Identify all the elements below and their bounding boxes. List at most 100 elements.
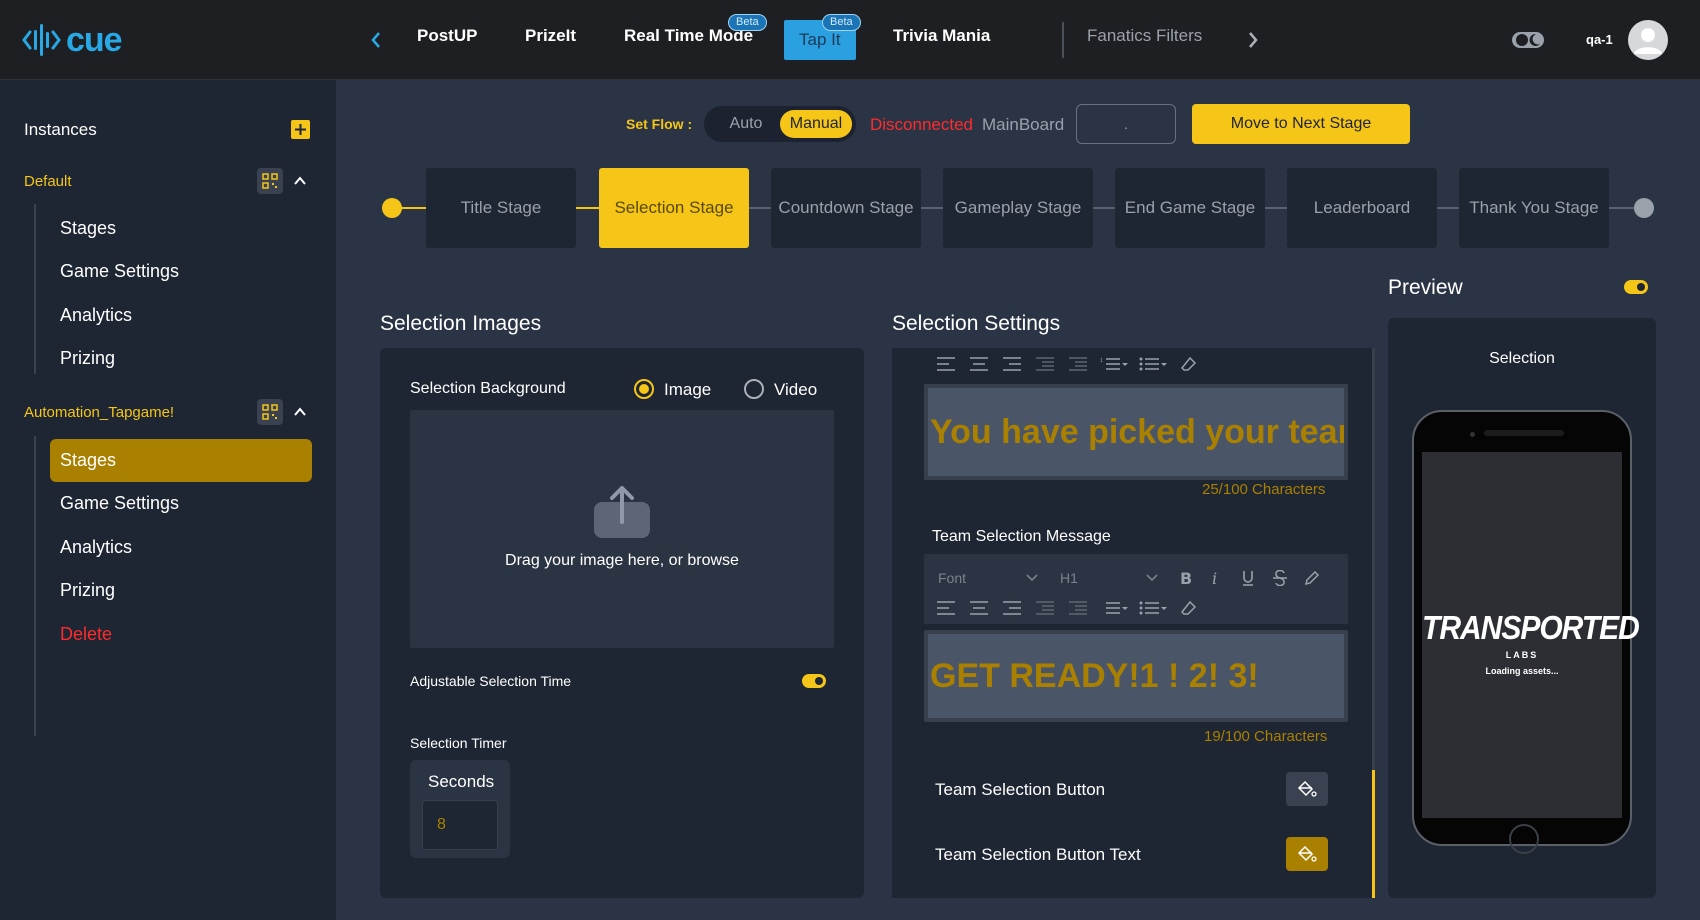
radio-video-label[interactable]: Video [774, 380, 817, 400]
bullet-list-icon[interactable] [1138, 598, 1168, 618]
nav-tab-fanatics-filters[interactable]: Fanatics Filters [1087, 26, 1202, 46]
timer-seconds-input[interactable] [422, 800, 498, 850]
highlighter-icon[interactable] [1300, 568, 1324, 588]
font-select[interactable]: Font [938, 570, 966, 586]
char-count-1: 25/100 Characters [1202, 481, 1326, 498]
add-instance-button[interactable] [291, 120, 310, 139]
sidebar-item-analytics[interactable]: Analytics [50, 294, 312, 337]
flow-mode-toggle[interactable]: Auto Manual [704, 106, 856, 142]
preview-title: Preview [1388, 276, 1463, 299]
sidebar-item-game-settings[interactable]: Game Settings [50, 482, 312, 525]
nav-next-arrow-icon[interactable] [1243, 28, 1263, 52]
align-center-icon[interactable] [967, 598, 991, 618]
chevron-down-icon[interactable] [1026, 574, 1038, 582]
radio-image[interactable] [634, 379, 654, 399]
selection-settings-panel: 1 You have picked your team 25/100 Chara… [892, 348, 1374, 898]
indent-decrease-icon[interactable] [1033, 598, 1057, 618]
avatar[interactable] [1628, 20, 1668, 60]
set-flow-label: Set Flow : [626, 116, 693, 132]
align-right-icon[interactable] [1000, 354, 1024, 374]
bullet-list-icon[interactable] [1138, 354, 1168, 374]
nav-tab-trivia-mania[interactable]: Trivia Mania [893, 26, 990, 46]
indent-decrease-icon[interactable] [1033, 354, 1057, 374]
adjustable-time-toggle[interactable] [802, 674, 826, 688]
selection-timer-label: Selection Timer [410, 735, 507, 751]
phone-mockup: TRANSPORTED LABS Loading assets... [1412, 410, 1640, 854]
sidebar-item-stages[interactable]: Stages [50, 207, 312, 250]
underline-icon[interactable] [1236, 568, 1260, 588]
ordered-list-icon[interactable] [1099, 598, 1129, 618]
align-right-icon[interactable] [1000, 598, 1024, 618]
theme-toggle-icon[interactable] [1512, 30, 1546, 50]
italic-icon[interactable]: i [1204, 568, 1228, 588]
nav-prev-arrow-icon[interactable] [366, 28, 386, 52]
eraser-icon[interactable] [1177, 598, 1201, 618]
qr-code-button[interactable] [257, 399, 283, 425]
board-input[interactable] [1076, 104, 1176, 144]
stage-selection[interactable]: Selection Stage [599, 168, 749, 248]
timeline-start-dot [382, 198, 402, 218]
nav-tab-prizeit[interactable]: PrizeIt [525, 26, 576, 46]
strikethrough-icon[interactable] [1268, 568, 1292, 588]
align-left-icon[interactable] [934, 598, 958, 618]
sidebar-item-game-settings[interactable]: Game Settings [50, 250, 312, 293]
sidebar-item-stages-selected[interactable]: Stages [50, 439, 312, 482]
sidebar-item-analytics[interactable]: Analytics [50, 526, 312, 569]
connection-status: Disconnected [870, 115, 974, 134]
char-count-2: 19/100 Characters [1204, 728, 1328, 745]
user-avatar-icon [1634, 28, 1662, 54]
sidebar-item-prizing[interactable]: Prizing [50, 569, 312, 612]
preview-toggle[interactable] [1624, 280, 1648, 294]
button-text-color-picker[interactable] [1286, 837, 1328, 871]
user-name[interactable]: qa-1 [1586, 32, 1613, 47]
indent-increase-icon[interactable] [1066, 598, 1090, 618]
team-selection-message-editor[interactable]: GET READY!1 ! 2! 3! [924, 630, 1348, 722]
ordered-list-icon[interactable]: 1 [1099, 354, 1129, 374]
adjustable-time-label: Adjustable Selection Time [410, 673, 572, 689]
team-selection-button-text-label: Team Selection Button Text [935, 845, 1141, 864]
sidebar-item-prizing[interactable]: Prizing [50, 337, 312, 380]
indent-increase-icon[interactable] [1066, 354, 1090, 374]
svg-text:1: 1 [1100, 358, 1103, 364]
flow-option-auto[interactable]: Auto [714, 110, 778, 138]
chevron-down-icon[interactable] [1146, 574, 1158, 582]
chevron-up-icon[interactable] [291, 172, 309, 190]
qr-code-icon [262, 404, 278, 420]
sidebar-item-delete[interactable]: Delete [50, 613, 312, 656]
button-color-picker[interactable] [1286, 772, 1328, 806]
editor-toolbar [934, 598, 1201, 618]
bold-icon[interactable]: B [1174, 568, 1198, 588]
selection-title-editor[interactable]: You have picked your team [924, 384, 1348, 480]
align-left-icon[interactable] [934, 354, 958, 374]
stage-gameplay[interactable]: Gameplay Stage [943, 168, 1093, 248]
stage-end-game[interactable]: End Game Stage [1115, 168, 1265, 248]
chevron-up-icon[interactable] [291, 403, 309, 421]
align-center-icon[interactable] [967, 354, 991, 374]
timer-box: Seconds [410, 760, 510, 858]
qr-code-button[interactable] [257, 168, 283, 194]
image-dropzone[interactable]: Drag your image here, or browse [410, 410, 834, 648]
flow-option-manual[interactable]: Manual [780, 110, 852, 138]
cue-logo[interactable]: cue [22, 20, 123, 60]
paint-bucket-icon [1297, 845, 1317, 862]
phone-speaker [1484, 430, 1564, 436]
stage-title[interactable]: Title Stage [426, 168, 576, 248]
selection-background-label: Selection Background [410, 380, 566, 397]
timer-unit-label: Seconds [428, 772, 495, 791]
eraser-icon[interactable] [1177, 354, 1201, 374]
nav-tab-postup[interactable]: PostUP [417, 26, 477, 46]
phone-screen: TRANSPORTED LABS Loading assets... [1422, 452, 1640, 818]
instance-group-default[interactable]: Default [24, 173, 72, 190]
instance-group-automation[interactable]: Automation_Tapgame! [24, 404, 174, 421]
stage-thank-you[interactable]: Thank You Stage [1459, 168, 1609, 248]
settings-scrollbar-thumb[interactable] [1372, 770, 1375, 898]
radio-video[interactable] [744, 379, 764, 399]
stage-leaderboard[interactable]: Leaderboard [1287, 168, 1437, 248]
beta-badge: Beta [822, 14, 861, 31]
logo-waveform-icon [22, 24, 61, 56]
heading-select[interactable]: H1 [1060, 570, 1078, 586]
dropzone-text: Drag your image here, or browse [505, 552, 739, 569]
radio-image-label[interactable]: Image [664, 380, 711, 400]
stage-countdown[interactable]: Countdown Stage [771, 168, 921, 248]
move-to-next-stage-button[interactable]: Move to Next Stage [1192, 104, 1410, 144]
